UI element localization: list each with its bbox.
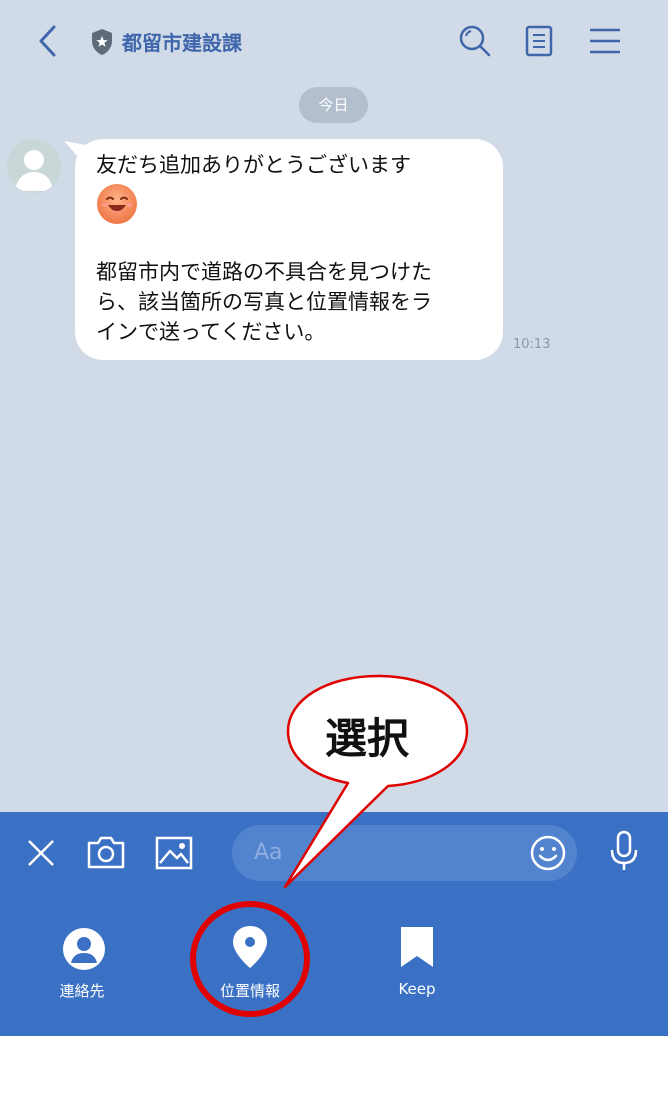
camera-icon[interactable] [86, 834, 126, 870]
image-icon[interactable] [155, 836, 193, 870]
contact-icon[interactable] [62, 927, 106, 971]
chat-title: 都留市建設課 [122, 31, 242, 55]
emoji-icon[interactable] [529, 834, 567, 872]
keep-bookmark-icon[interactable] [400, 926, 434, 968]
smile-emoji-icon [97, 184, 137, 224]
message-line: 友だち追加ありがとうございます [96, 153, 411, 177]
message-input-placeholder: Aa [254, 840, 283, 865]
close-icon[interactable] [26, 838, 56, 868]
microphone-icon[interactable] [608, 830, 640, 872]
date-separator: 今日 [299, 87, 368, 123]
notes-icon[interactable] [525, 25, 553, 57]
message-line: インで送ってください。 [96, 320, 326, 344]
official-shield-icon [92, 29, 112, 55]
search-icon[interactable] [458, 24, 492, 58]
callout-text: 選択 [325, 714, 410, 763]
message-line: ら、該当箇所の写真と位置情報をラ [96, 290, 432, 314]
blank-footer [0, 1036, 668, 1098]
message-time: 10:13 [513, 337, 551, 352]
highlight-circle [190, 901, 310, 1017]
default-avatar-icon [15, 150, 53, 191]
avatar[interactable] [7, 139, 61, 193]
menu-item-contact[interactable]: 連絡先 [22, 980, 142, 1001]
menu-item-keep[interactable]: Keep [357, 980, 477, 998]
message-line: 都留市内で道路の不具合を見つけた [96, 260, 432, 284]
back-icon[interactable] [36, 24, 60, 58]
menu-icon[interactable] [589, 28, 621, 54]
